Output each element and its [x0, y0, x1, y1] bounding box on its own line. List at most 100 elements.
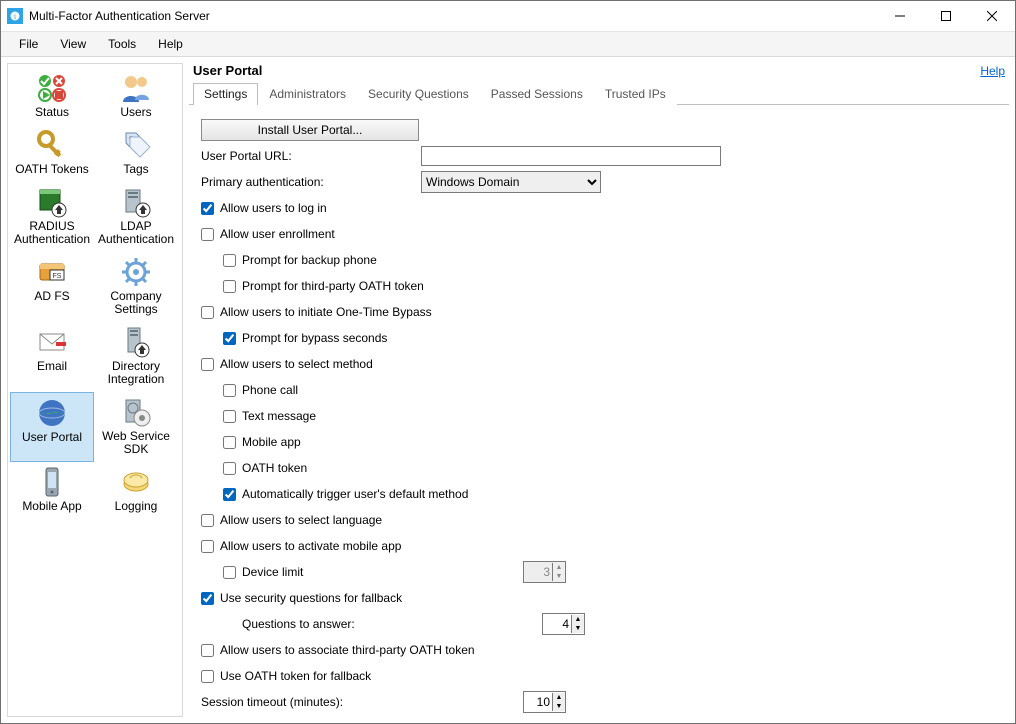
chk-security-questions[interactable]	[201, 592, 214, 605]
close-icon	[987, 11, 997, 21]
chk-allow-language[interactable]	[201, 514, 214, 527]
up-icon: ▲	[553, 563, 565, 572]
globe-icon	[36, 397, 68, 429]
sdk-icon	[120, 396, 152, 428]
chk-auto-default-method[interactable]	[223, 488, 236, 501]
chk-label: Use security questions for fallback	[220, 591, 402, 605]
chk-allow-enrollment[interactable]	[201, 228, 214, 241]
adfs-icon: FS	[36, 256, 68, 288]
sidebar-item-web-service-sdk[interactable]: Web ServiceSDK	[94, 392, 178, 462]
chk-device-limit[interactable]	[223, 566, 236, 579]
chk-oath-fallback[interactable]	[201, 670, 214, 683]
chk-label: Mobile app	[242, 435, 301, 449]
chk-oath-token[interactable]	[223, 462, 236, 475]
sidebar-item-label: AD FS	[34, 290, 69, 303]
chk-allow-login[interactable]	[201, 202, 214, 215]
window-title: Multi-Factor Authentication Server	[29, 9, 210, 23]
up-icon[interactable]: ▲	[553, 693, 565, 702]
radius-icon	[36, 186, 68, 218]
menu-view[interactable]: View	[50, 34, 96, 54]
chk-label: Allow users to select method	[220, 357, 373, 371]
sidebar-item-label: Tags	[123, 163, 148, 176]
chk-label: Text message	[242, 409, 316, 423]
sidebar-item-label: Users	[120, 106, 151, 119]
tags-icon	[120, 129, 152, 161]
down-icon: ▼	[553, 572, 565, 581]
menubar: File View Tools Help	[1, 32, 1015, 57]
device-limit-stepper: ▲▼	[523, 561, 566, 583]
chk-text-message[interactable]	[223, 410, 236, 423]
primary-auth-select[interactable]: Windows Domain	[421, 171, 601, 193]
sidebar-item-mobile-app[interactable]: Mobile App	[10, 462, 94, 519]
chk-allow-bypass[interactable]	[201, 306, 214, 319]
chk-label: Allow users to select language	[220, 513, 382, 527]
sidebar-item-logging[interactable]: Logging	[94, 462, 178, 519]
chk-label: Allow users to activate mobile app	[220, 539, 401, 553]
chk-label: Prompt for backup phone	[242, 253, 377, 267]
down-icon[interactable]: ▼	[572, 624, 584, 633]
main-panel: User Portal Help Settings Administrators…	[189, 63, 1009, 717]
menu-tools[interactable]: Tools	[98, 34, 146, 54]
menu-file[interactable]: File	[9, 34, 48, 54]
sidebar-item-radius-auth[interactable]: RADIUSAuthentication	[10, 182, 94, 252]
tab-security-questions[interactable]: Security Questions	[357, 83, 480, 105]
maximize-button[interactable]	[923, 1, 969, 31]
chk-label: Allow user enrollment	[220, 227, 335, 241]
tab-trusted-ips[interactable]: Trusted IPs	[594, 83, 677, 105]
svg-text:FS: FS	[53, 273, 62, 280]
tab-passed-sessions[interactable]: Passed Sessions	[480, 83, 594, 105]
user-portal-url-label: User Portal URL:	[201, 149, 421, 163]
menu-help[interactable]: Help	[148, 34, 193, 54]
up-icon[interactable]: ▲	[572, 615, 584, 624]
sidebar-item-tags[interactable]: Tags	[94, 125, 178, 182]
sidebar-item-ldap-auth[interactable]: LDAPAuthentication	[94, 182, 178, 252]
tab-administrators[interactable]: Administrators	[258, 83, 357, 105]
titlebar: i Multi-Factor Authentication Server	[1, 1, 1015, 32]
chk-label: Prompt for third-party OATH token	[242, 279, 424, 293]
server-icon	[120, 326, 152, 358]
help-link[interactable]: Help	[980, 64, 1005, 78]
page-title: User Portal	[193, 63, 262, 78]
sidebar-item-adfs[interactable]: FS AD FS	[10, 252, 94, 322]
chk-label: OATH token	[242, 461, 307, 475]
app-icon: i	[7, 8, 23, 24]
chk-prompt-backup-phone[interactable]	[223, 254, 236, 267]
chk-label: Prompt for bypass seconds	[242, 331, 387, 345]
chk-prompt-bypass-seconds[interactable]	[223, 332, 236, 345]
user-portal-url-input[interactable]	[421, 146, 721, 166]
ldap-icon	[120, 186, 152, 218]
sidebar-item-email[interactable]: Email	[10, 322, 94, 392]
minimize-icon	[895, 11, 905, 21]
tabstrip: Settings Administrators Security Questio…	[189, 82, 1009, 105]
sidebar-item-status[interactable]: Status	[10, 68, 94, 125]
chk-allow-activate-mobile[interactable]	[201, 540, 214, 553]
minimize-button[interactable]	[877, 1, 923, 31]
sidebar-item-label: RADIUSAuthentication	[14, 220, 90, 246]
chk-label: Automatically trigger user's default met…	[242, 487, 468, 501]
sidebar-item-label: Email	[37, 360, 67, 373]
chk-allow-select-method[interactable]	[201, 358, 214, 371]
sidebar-item-label: Web ServiceSDK	[102, 430, 170, 456]
chk-label: Use OATH token for fallback	[220, 669, 371, 683]
sidebar-item-label: Status	[35, 106, 69, 119]
sidebar-item-label: Mobile App	[22, 500, 81, 513]
sidebar-item-oath-tokens[interactable]: OATH Tokens	[10, 125, 94, 182]
down-icon[interactable]: ▼	[553, 702, 565, 711]
chk-label: Device limit	[242, 565, 303, 579]
session-timeout-stepper[interactable]: ▲▼	[523, 691, 566, 713]
sidebar-item-company-settings[interactable]: CompanySettings	[94, 252, 178, 322]
chk-mobile-app[interactable]	[223, 436, 236, 449]
questions-to-answer-label: Questions to answer:	[223, 617, 542, 631]
chk-associate-oath[interactable]	[201, 644, 214, 657]
chk-phone-call[interactable]	[223, 384, 236, 397]
chk-label: Phone call	[242, 383, 298, 397]
sidebar-item-users[interactable]: Users	[94, 68, 178, 125]
questions-stepper[interactable]: ▲▼	[542, 613, 585, 635]
sidebar-item-label: CompanySettings	[110, 290, 161, 316]
tab-settings[interactable]: Settings	[193, 83, 258, 105]
install-user-portal-button[interactable]: Install User Portal...	[201, 119, 419, 141]
close-button[interactable]	[969, 1, 1015, 31]
sidebar-item-user-portal[interactable]: User Portal	[10, 392, 94, 462]
sidebar-item-directory-integration[interactable]: DirectoryIntegration	[94, 322, 178, 392]
chk-prompt-oath-token[interactable]	[223, 280, 236, 293]
